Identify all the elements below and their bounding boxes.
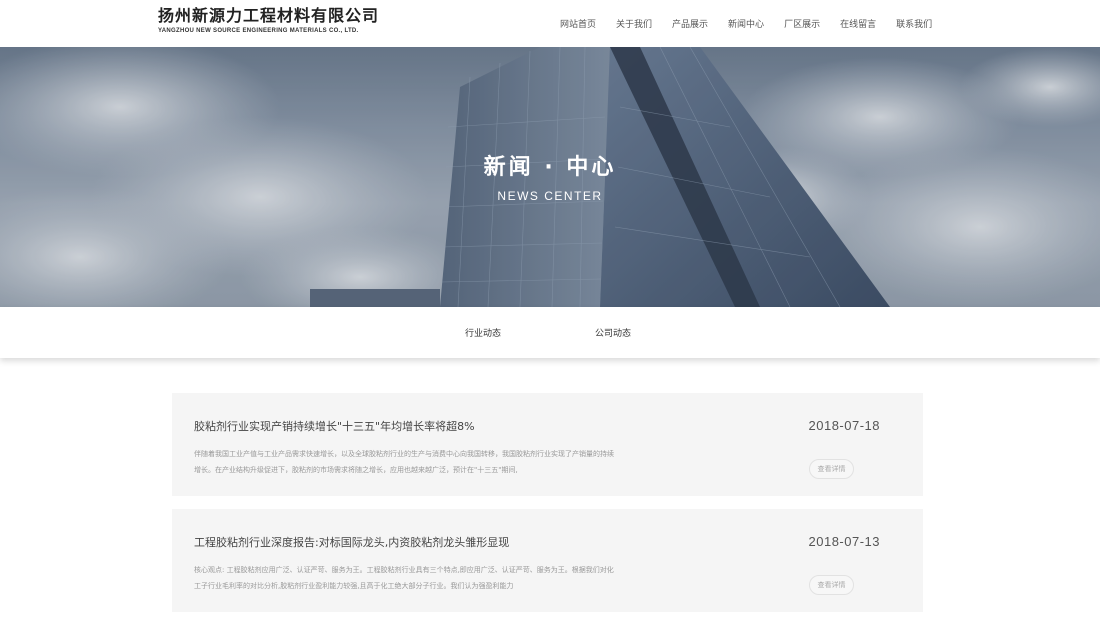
nav-news[interactable]: 新闻中心 <box>728 17 764 30</box>
banner-subtitle: NEWS CENTER <box>497 189 603 203</box>
logo-english-name: YANGZHOU NEW SOURCE ENGINEERING MATERIAL… <box>158 28 359 34</box>
nav-home[interactable]: 网站首页 <box>560 17 596 30</box>
nav-message[interactable]: 在线留言 <box>840 17 876 30</box>
site-header: 扬州新源力工程材料有限公司 YANGZHOU NEW SOURCE ENGINE… <box>0 0 1100 47</box>
company-logo[interactable]: 扬州新源力工程材料有限公司 YANGZHOU NEW SOURCE ENGINE… <box>158 6 379 34</box>
view-details-button[interactable]: 查看详情 <box>809 575 854 595</box>
news-date: 2018-07-13 <box>808 534 880 549</box>
news-category-tabs: 行业动态 公司动态 <box>0 307 1100 358</box>
logo-chinese-name: 扬州新源力工程材料有限公司 <box>158 6 380 25</box>
news-excerpt: 核心观点: 工程胶粘剂应用广泛、认证严苛、服务为王。工程胶粘剂行业具有三个特点,… <box>194 566 614 590</box>
main-nav: 网站首页 关于我们 产品展示 新闻中心 厂区展示 在线留言 联系我们 <box>560 0 932 47</box>
news-banner: 新闻 · 中心 NEWS CENTER <box>0 47 1100 307</box>
news-date: 2018-07-18 <box>808 418 880 433</box>
tab-company-news[interactable]: 公司动态 <box>595 326 631 339</box>
nav-products[interactable]: 产品展示 <box>672 17 708 30</box>
news-excerpt: 伴随着我国工业产值与工业产品需求快速增长，以及全球胶粘剂行业的生产与消费中心向我… <box>194 450 614 474</box>
nav-about[interactable]: 关于我们 <box>616 17 652 30</box>
news-title[interactable]: 工程胶粘剂行业深度报告:对标国际龙头,内资胶粘剂龙头雏形显现 <box>194 534 509 550</box>
nav-contact[interactable]: 联系我们 <box>896 17 932 30</box>
view-details-button[interactable]: 查看详情 <box>809 459 854 479</box>
news-card: 工程胶粘剂行业深度报告:对标国际龙头,内资胶粘剂龙头雏形显现 核心观点: 工程胶… <box>172 509 923 612</box>
news-title[interactable]: 胶粘剂行业实现产销持续增长"十三五"年均增长率将超8% <box>194 418 475 434</box>
banner-title: 新闻 · 中心 <box>483 155 617 180</box>
nav-factory[interactable]: 厂区展示 <box>784 17 820 30</box>
tab-industry-news[interactable]: 行业动态 <box>465 326 501 339</box>
news-card: 胶粘剂行业实现产销持续增长"十三五"年均增长率将超8% 伴随着我国工业产值与工业… <box>172 393 923 496</box>
